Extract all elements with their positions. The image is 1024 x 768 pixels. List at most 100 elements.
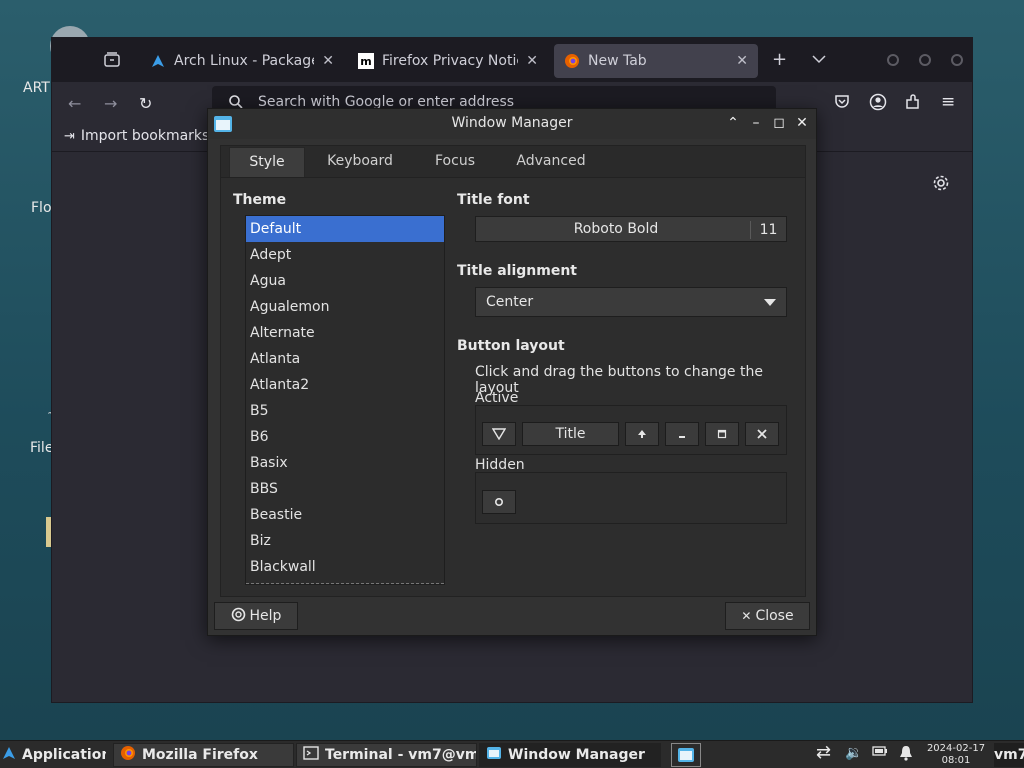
forward-arrow-icon[interactable]: → <box>104 94 117 113</box>
tab-style[interactable]: Style <box>229 147 305 177</box>
list-scroll-edge <box>246 583 444 584</box>
close-icon[interactable]: ✕ <box>793 114 811 132</box>
hidden-label: Hidden <box>475 457 525 473</box>
alignment-value: Center <box>486 294 534 310</box>
firefox-view-icon[interactable] <box>102 50 122 70</box>
task-label: Terminal - vm7@vm7... <box>325 747 476 763</box>
applications-menu-button[interactable]: Applications <box>2 743 106 767</box>
shade-button-icon[interactable] <box>625 422 659 446</box>
minimize-dot-icon[interactable] <box>887 54 899 66</box>
firefox-icon <box>120 745 136 765</box>
title-alignment-select[interactable]: Center <box>475 287 787 317</box>
network-arrows-icon[interactable]: ⇄ <box>816 742 831 763</box>
active-label: Active <box>475 390 519 406</box>
dialog-titlebar[interactable]: Window Manager ⌃ – ◻ ✕ <box>208 109 816 139</box>
list-item[interactable]: Agua <box>246 268 444 294</box>
user-menu[interactable]: vm7 <box>994 743 1024 767</box>
list-item[interactable]: Biz <box>246 528 444 554</box>
list-item[interactable]: B6 <box>246 424 444 450</box>
task-label: Window Manager <box>508 747 645 763</box>
chevron-down-icon[interactable] <box>812 52 826 68</box>
task-window-manager[interactable]: Window Manager <box>479 743 661 767</box>
font-name: Roboto Bold <box>573 221 659 237</box>
theme-list[interactable]: Default Adept Agua Agualemon Alternate A… <box>245 215 445 585</box>
help-button[interactable]: Help <box>214 602 298 630</box>
close-tab-icon[interactable]: ✕ <box>322 53 334 69</box>
new-tab-plus-icon[interactable]: + <box>772 49 787 70</box>
tab-arch-linux[interactable]: Arch Linux - Package S ✕ <box>140 44 344 78</box>
volume-icon[interactable]: 🔉 <box>845 745 862 761</box>
active-buttons-frame: Title <box>475 405 787 455</box>
minimize-button-icon[interactable] <box>665 422 699 446</box>
dialog-notebook: Style Keyboard Focus Advanced Theme Defa… <box>220 145 806 597</box>
clock-time: 08:01 <box>941 755 971 766</box>
close-label: Close <box>755 608 794 624</box>
back-arrow-icon[interactable]: ← <box>68 94 81 113</box>
clock[interactable]: 2024-02-17 08:01 <box>926 743 986 767</box>
list-item[interactable]: Adept <box>246 242 444 268</box>
title-font-heading: Title font <box>457 192 530 208</box>
help-label: Help <box>249 608 282 624</box>
workspace-switcher[interactable] <box>671 743 701 767</box>
task-firefox[interactable]: Mozilla Firefox <box>113 743 294 767</box>
shade-chevron-up-icon[interactable]: ⌃ <box>724 114 742 132</box>
menu-icon[interactable]: ≡ <box>941 92 955 112</box>
maximize-icon[interactable]: ◻ <box>770 114 788 132</box>
pocket-icon[interactable] <box>834 93 850 113</box>
account-icon[interactable] <box>869 93 887 115</box>
hidden-buttons-frame <box>475 472 787 524</box>
tab-focus[interactable]: Focus <box>421 147 489 177</box>
maximize-dot-icon[interactable] <box>919 54 931 66</box>
button-layout-heading: Button layout <box>457 338 565 354</box>
button-layout-hint: Click and drag the buttons to change the… <box>475 364 763 396</box>
desktop-label-art[interactable]: ART <box>23 80 50 96</box>
help-lifebuoy-icon <box>231 607 246 626</box>
tab-title: New Tab <box>588 53 647 69</box>
battery-icon[interactable] <box>872 745 888 761</box>
tab-keyboard[interactable]: Keyboard <box>313 147 407 177</box>
desktop-label-file[interactable]: File <box>30 440 53 456</box>
clock-date: 2024-02-17 <box>926 743 986 754</box>
import-bookmarks-label: Import bookmarks <box>80 128 210 144</box>
list-item[interactable]: Basix <box>246 450 444 476</box>
list-item[interactable]: B5 <box>246 398 444 424</box>
list-item[interactable]: Default <box>246 216 444 242</box>
close-dot-icon[interactable] <box>951 54 963 66</box>
extensions-icon[interactable] <box>904 93 922 115</box>
arch-icon <box>150 53 166 69</box>
tab-new-tab[interactable]: New Tab ✕ <box>554 44 758 78</box>
stick-button-icon[interactable] <box>482 490 516 514</box>
close-tab-icon[interactable]: ✕ <box>736 53 748 69</box>
minimize-icon[interactable]: – <box>747 114 765 132</box>
close-button[interactable]: ✕ Close <box>725 602 810 630</box>
list-item[interactable]: Atlanta2 <box>246 372 444 398</box>
close-button-icon[interactable] <box>745 422 779 446</box>
maximize-button-icon[interactable] <box>705 422 739 446</box>
tab-advanced[interactable]: Advanced <box>511 147 591 177</box>
import-bookmarks-button[interactable]: ⇥ Import bookmarks <box>64 128 209 144</box>
title-font-button[interactable]: Roboto Bold 11 <box>475 216 787 242</box>
notebook-tabs: Style Keyboard Focus Advanced <box>221 146 805 178</box>
settings-gear-icon[interactable] <box>932 174 950 196</box>
desktop-label-flo[interactable]: Flo <box>31 200 52 216</box>
import-icon: ⇥ <box>64 128 75 144</box>
list-item[interactable]: Atlanta <box>246 346 444 372</box>
reload-icon[interactable]: ↻ <box>139 94 152 113</box>
notification-bell-icon[interactable] <box>899 745 913 765</box>
list-item[interactable]: Beastie <box>246 502 444 528</box>
task-terminal[interactable]: Terminal - vm7@vm7... <box>296 743 477 767</box>
menu-button-triangle-icon[interactable] <box>482 422 516 446</box>
task-label: Mozilla Firefox <box>142 747 258 763</box>
tab-privacy-notice[interactable]: m Firefox Privacy Notice ✕ <box>348 44 548 78</box>
tab-title: Firefox Privacy Notice <box>382 53 519 69</box>
title-layout-button[interactable]: Title <box>522 422 619 446</box>
list-item[interactable]: Alternate <box>246 320 444 346</box>
list-item[interactable]: Agualemon <box>246 294 444 320</box>
close-tab-icon[interactable]: ✕ <box>526 53 538 69</box>
applications-label: Applications <box>22 747 106 763</box>
theme-heading: Theme <box>233 192 287 208</box>
list-item[interactable]: Blackwall <box>246 554 444 580</box>
mozilla-m-icon: m <box>358 53 374 69</box>
list-item[interactable]: BBS <box>246 476 444 502</box>
font-size: 11 <box>750 221 786 239</box>
